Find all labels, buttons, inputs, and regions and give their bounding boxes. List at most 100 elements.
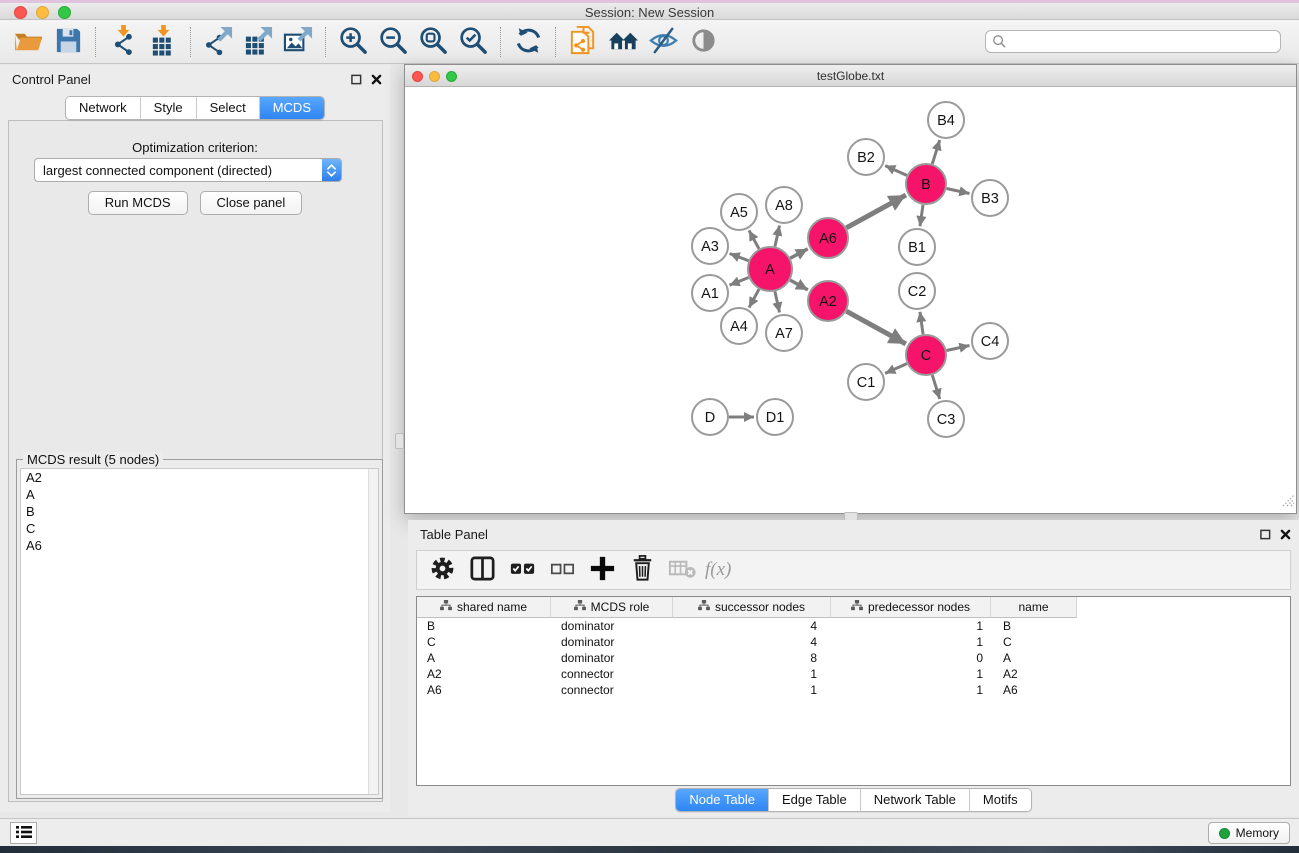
graph-node-A8[interactable]: A8 bbox=[766, 187, 802, 223]
zoom-out-button[interactable] bbox=[373, 24, 413, 60]
deselect-all-rows-button[interactable] bbox=[545, 554, 579, 586]
create-column-button[interactable] bbox=[585, 554, 619, 586]
graph-node-A3[interactable]: A3 bbox=[692, 228, 728, 264]
graph-node-A[interactable]: A bbox=[748, 247, 792, 291]
resize-grip-icon[interactable] bbox=[1280, 492, 1295, 512]
mcds-result-item[interactable]: A2 bbox=[21, 469, 378, 486]
float-table-panel-icon[interactable] bbox=[1260, 527, 1271, 545]
tab-network-table[interactable]: Network Table bbox=[860, 789, 969, 811]
select-all-rows-button[interactable] bbox=[505, 554, 539, 586]
result-scrollbar[interactable] bbox=[368, 469, 378, 794]
run-mcds-button[interactable]: Run MCDS bbox=[88, 191, 188, 215]
mcds-result-item[interactable]: B bbox=[21, 503, 378, 520]
toolbar-separator bbox=[190, 27, 191, 57]
graph-node-C2[interactable]: C2 bbox=[899, 273, 935, 309]
cell-shared-name: A bbox=[417, 650, 551, 666]
table-row[interactable]: A2connector11A2 bbox=[417, 666, 1290, 682]
tab-node-table[interactable]: Node Table bbox=[676, 789, 768, 811]
control-panel: Control Panel NetworkStyleSelectMCDS Opt… bbox=[0, 65, 390, 812]
graph-node-A6[interactable]: A6 bbox=[808, 218, 848, 258]
close-panel-button[interactable]: Close panel bbox=[200, 191, 303, 215]
network-canvas[interactable]: A A1 A2 A3 A4 A5 A6 A7 A8 B B1 B2 B3 B4 C C1 C2 C3 C4 D D1 bbox=[405, 87, 1296, 513]
close-table-panel-icon[interactable] bbox=[1280, 527, 1291, 545]
function-builder-icon[interactable]: f(x) bbox=[705, 559, 731, 581]
graph-node-A4[interactable]: A4 bbox=[721, 308, 757, 344]
open-file-button[interactable] bbox=[8, 24, 48, 60]
save-session-button[interactable] bbox=[48, 24, 88, 60]
control-panel-title: Control Panel bbox=[12, 72, 91, 87]
hide-selected-button[interactable] bbox=[643, 24, 683, 60]
graph-node-C[interactable]: C bbox=[906, 335, 946, 375]
first-neighbors-button[interactable] bbox=[603, 24, 643, 60]
graph-node-A2[interactable]: A2 bbox=[808, 281, 848, 321]
memory-button[interactable]: Memory bbox=[1208, 822, 1290, 844]
graph-node-C1[interactable]: C1 bbox=[848, 364, 884, 400]
tab-network[interactable]: Network bbox=[66, 97, 140, 119]
svg-text:B3: B3 bbox=[981, 191, 999, 207]
table-row[interactable]: Cdominator41C bbox=[417, 634, 1290, 650]
close-panel-icon[interactable] bbox=[371, 72, 382, 90]
graph-node-B1[interactable]: B1 bbox=[899, 229, 935, 265]
zoom-fit-button[interactable] bbox=[413, 24, 453, 60]
cell-predecessor-nodes: 1 bbox=[831, 618, 991, 634]
delete-columns-button[interactable] bbox=[625, 554, 659, 586]
hide-selected-icon bbox=[648, 25, 679, 59]
svg-text:D1: D1 bbox=[766, 410, 785, 426]
mcds-result-group: MCDS result (5 nodes) A2ABCA6 bbox=[16, 459, 383, 799]
tab-select[interactable]: Select bbox=[196, 97, 259, 119]
table-row[interactable]: Bdominator41B bbox=[417, 618, 1290, 634]
float-panel-icon[interactable] bbox=[351, 72, 362, 90]
refresh-view-button[interactable] bbox=[508, 24, 548, 60]
titlebar: Session: New Session bbox=[0, 0, 1299, 20]
show-all-button[interactable] bbox=[683, 24, 723, 60]
export-network-button[interactable] bbox=[198, 24, 238, 60]
search-input[interactable] bbox=[985, 30, 1281, 53]
task-history-button[interactable] bbox=[10, 822, 37, 844]
edge-C-C3 bbox=[932, 375, 939, 399]
criterion-dropdown[interactable]: largest connected component (directed) bbox=[34, 158, 342, 182]
graph-node-B4[interactable]: B4 bbox=[928, 102, 964, 138]
graph-node-D1[interactable]: D1 bbox=[757, 399, 793, 435]
graph-node-A5[interactable]: A5 bbox=[721, 194, 757, 230]
mcds-result-item[interactable]: C bbox=[21, 520, 378, 537]
export-image-button[interactable] bbox=[278, 24, 318, 60]
cell-name: B bbox=[991, 618, 1077, 634]
column-header-predecessor-nodes[interactable]: predecessor nodes bbox=[831, 597, 991, 618]
mcds-result-item[interactable]: A6 bbox=[21, 537, 378, 554]
edge-B-B2 bbox=[885, 166, 907, 176]
tab-edge-table[interactable]: Edge Table bbox=[768, 789, 860, 811]
table-row[interactable]: Adominator80A bbox=[417, 650, 1290, 666]
column-header-name[interactable]: name bbox=[991, 597, 1077, 618]
tab-motifs[interactable]: Motifs bbox=[969, 789, 1031, 811]
vertical-splitter-handle[interactable] bbox=[395, 433, 404, 449]
zoom-selected-button[interactable] bbox=[453, 24, 493, 60]
column-header-successor-nodes[interactable]: successor nodes bbox=[673, 597, 831, 618]
delete-table-icon bbox=[667, 553, 698, 587]
mcds-result-item[interactable]: A bbox=[21, 486, 378, 503]
tab-mcds[interactable]: MCDS bbox=[259, 97, 324, 119]
import-network-button[interactable] bbox=[103, 24, 143, 60]
zoom-in-button[interactable] bbox=[333, 24, 373, 60]
graph-node-C4[interactable]: C4 bbox=[972, 323, 1008, 359]
export-table-button[interactable] bbox=[238, 24, 278, 60]
graph-node-A7[interactable]: A7 bbox=[766, 315, 802, 351]
edge-C-C4 bbox=[947, 345, 970, 350]
table-row[interactable]: A6connector11A6 bbox=[417, 682, 1290, 698]
column-header-shared-name[interactable]: shared name bbox=[417, 597, 551, 618]
graph-node-B2[interactable]: B2 bbox=[848, 139, 884, 175]
graph-node-C3[interactable]: C3 bbox=[928, 401, 964, 437]
graph-node-D[interactable]: D bbox=[692, 399, 728, 435]
import-table-button[interactable] bbox=[143, 24, 183, 60]
graph-node-B3[interactable]: B3 bbox=[972, 180, 1008, 216]
graph-node-A1[interactable]: A1 bbox=[692, 275, 728, 311]
toggle-columns-button[interactable] bbox=[465, 554, 499, 586]
tab-style[interactable]: Style bbox=[140, 97, 196, 119]
new-network-from-selection-button[interactable] bbox=[563, 24, 603, 60]
graph-node-B[interactable]: B bbox=[906, 164, 946, 204]
memory-status-icon bbox=[1219, 828, 1230, 839]
cell-predecessor-nodes: 1 bbox=[831, 682, 991, 698]
cell-name: A bbox=[991, 650, 1077, 666]
cell-shared-name: B bbox=[417, 618, 551, 634]
table-mode-gear-button[interactable] bbox=[425, 554, 459, 586]
column-header-MCDS-role[interactable]: MCDS role bbox=[551, 597, 673, 618]
